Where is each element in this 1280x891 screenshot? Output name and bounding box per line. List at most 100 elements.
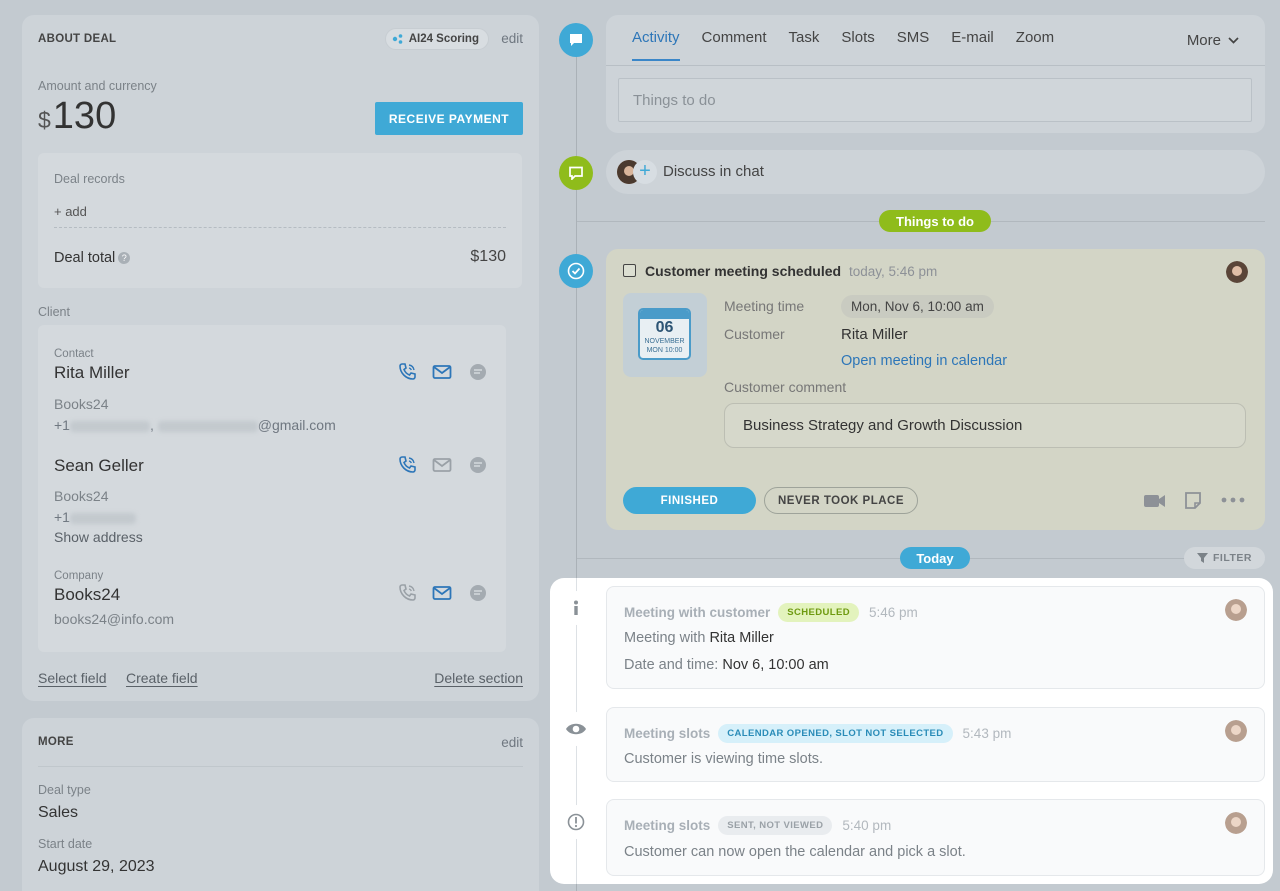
company-name[interactable]: Books24 <box>54 585 120 605</box>
client-label: Client <box>38 305 70 319</box>
tab-activity[interactable]: Activity <box>632 29 680 61</box>
help-icon[interactable]: ? <box>118 252 131 264</box>
event-text-value: Nov 6, 10:00 am <box>722 657 829 673</box>
comment-icon <box>570 34 582 46</box>
amount-value: 130 <box>52 95 117 137</box>
filter-icon <box>1197 553 1209 563</box>
activity-tabs: Activity Comment Task Slots SMS E-mail Z… <box>632 29 1054 61</box>
deal-total-value: $130 <box>470 248 506 265</box>
finished-button[interactable]: FINISHED <box>623 487 756 514</box>
customer-name[interactable]: Rita Miller <box>841 326 908 343</box>
status-badge: CALENDAR OPENED, SLOT NOT SELECTED <box>718 724 953 743</box>
start-date-value[interactable]: August 29, 2023 <box>38 858 155 876</box>
customer-comment-label: Customer comment <box>724 379 847 395</box>
chat-icon[interactable] <box>468 455 488 475</box>
about-deal-title: ABOUT DEAL <box>38 33 117 45</box>
task-checkbox[interactable] <box>623 264 636 277</box>
tab-zoom[interactable]: Zoom <box>1016 29 1054 61</box>
create-field-link[interactable]: Create field <box>126 670 198 686</box>
chat-bubble-icon <box>569 166 583 180</box>
deal-records-label: Deal records <box>54 172 125 186</box>
chat-icon[interactable] <box>468 583 488 603</box>
company-email[interactable]: books24@info.com <box>54 611 174 627</box>
contact-phone-email[interactable]: +1, @gmail.com <box>54 417 336 433</box>
open-calendar-link[interactable]: Open meeting in calendar <box>841 353 1007 369</box>
contact-phone[interactable]: +1 <box>54 509 136 525</box>
event-text-value[interactable]: Rita Miller <box>709 630 773 646</box>
phone-icon[interactable] <box>397 362 417 382</box>
more-title: MORE <box>38 736 74 748</box>
note-icon[interactable] <box>1184 491 1202 510</box>
mail-icon[interactable] <box>432 362 452 382</box>
event-title: Meeting slots <box>624 726 711 741</box>
select-field-link[interactable]: Select field <box>38 670 106 686</box>
phone-prefix: +1 <box>54 417 70 433</box>
phone-icon[interactable] <box>397 455 417 475</box>
event-text-prefix: Meeting with <box>624 630 706 646</box>
delete-section-link[interactable]: Delete section <box>434 670 523 686</box>
video-call-icon[interactable] <box>1143 492 1167 510</box>
currency-symbol: $ <box>38 107 51 133</box>
about-edit-link[interactable]: edit <box>501 31 523 46</box>
more-dots-icon[interactable] <box>1221 497 1245 503</box>
deal-type-label: Deal type <box>38 783 91 797</box>
tab-sms[interactable]: SMS <box>897 29 930 61</box>
tabs-divider <box>606 65 1265 66</box>
avatar <box>1225 812 1247 834</box>
event-header: Meeting slots SENT, NOT VIEWED 5:40 pm <box>624 816 891 835</box>
event-text: Customer is viewing time slots. <box>624 751 824 767</box>
calendar-icon: 06 NOVEMBER MON 10:00 <box>638 308 691 360</box>
event-text-prefix: Date and time: <box>624 657 719 673</box>
event-time: 5:43 pm <box>962 726 1012 741</box>
contact-name[interactable]: Sean Geller <box>54 456 144 476</box>
things-to-do-input[interactable]: Things to do <box>618 78 1252 122</box>
receive-payment-button[interactable]: RECEIVE PAYMENT <box>375 102 523 135</box>
task-circle <box>559 254 593 288</box>
discuss-chat-label: Discuss in chat <box>663 163 764 180</box>
phone-prefix: +1 <box>54 509 70 525</box>
tab-slots[interactable]: Slots <box>841 29 874 61</box>
tabs-more-menu[interactable]: More <box>1187 32 1239 49</box>
event-header: Meeting with customer SCHEDULED 5:46 pm <box>624 603 918 622</box>
add-participant-icon[interactable]: + <box>633 160 657 184</box>
more-card: MORE edit Deal type Sales Start date Aug… <box>22 718 539 891</box>
more-edit-link[interactable]: edit <box>501 735 523 750</box>
email-suffix: @gmail.com <box>257 417 336 433</box>
discuss-chat-card[interactable]: + Discuss in chat <box>606 150 1265 194</box>
meeting-task-card: Customer meeting scheduled today, 5:46 p… <box>606 249 1265 530</box>
deal-type-value[interactable]: Sales <box>38 804 78 822</box>
alert-circle <box>559 805 593 839</box>
phone-icon[interactable] <box>397 583 417 603</box>
info-circle <box>559 591 593 625</box>
avatar <box>1225 720 1247 742</box>
chat-icon[interactable] <box>468 362 488 382</box>
contact-name[interactable]: Rita Miller <box>54 363 130 383</box>
history-event: Meeting slots SENT, NOT VIEWED 5:40 pm C… <box>606 799 1265 876</box>
event-time: 5:46 pm <box>868 605 918 620</box>
tab-task[interactable]: Task <box>789 29 820 61</box>
history-event: Meeting slots CALENDAR OPENED, SLOT NOT … <box>606 707 1265 782</box>
activity-circle <box>559 23 593 57</box>
calendar-month: NOVEMBER <box>644 338 685 345</box>
ai-scoring-label: AI24 Scoring <box>408 33 479 45</box>
deal-amount: $130 <box>38 95 116 138</box>
ai-scoring-badge[interactable]: AI24 Scoring <box>384 28 489 50</box>
exclamation-icon <box>567 813 585 831</box>
never-took-place-button[interactable]: NEVER TOOK PLACE <box>764 487 918 514</box>
client-box: Contact Rita Miller Books24 +1, @gmail.c… <box>38 325 506 652</box>
mail-icon[interactable] <box>432 455 452 475</box>
deal-total-text: Deal total <box>54 250 116 266</box>
tab-comment[interactable]: Comment <box>702 29 767 61</box>
filter-button[interactable]: FILTER <box>1184 547 1265 569</box>
view-circle <box>559 712 593 746</box>
add-record-link[interactable]: + add <box>54 204 87 219</box>
tab-email[interactable]: E-mail <box>951 29 994 61</box>
show-address-link[interactable]: Show address <box>54 529 143 545</box>
contact-company: Books24 <box>54 488 109 504</box>
calendar-time: MON 10:00 <box>646 347 683 354</box>
mail-icon[interactable] <box>432 583 452 603</box>
meeting-timestamp: today, 5:46 pm <box>849 264 938 279</box>
meeting-time-value[interactable]: Mon, Nov 6, 10:00 am <box>841 295 994 318</box>
calendar-tile: 06 NOVEMBER MON 10:00 <box>623 293 707 377</box>
deal-total-label: Deal total ? <box>54 250 131 266</box>
